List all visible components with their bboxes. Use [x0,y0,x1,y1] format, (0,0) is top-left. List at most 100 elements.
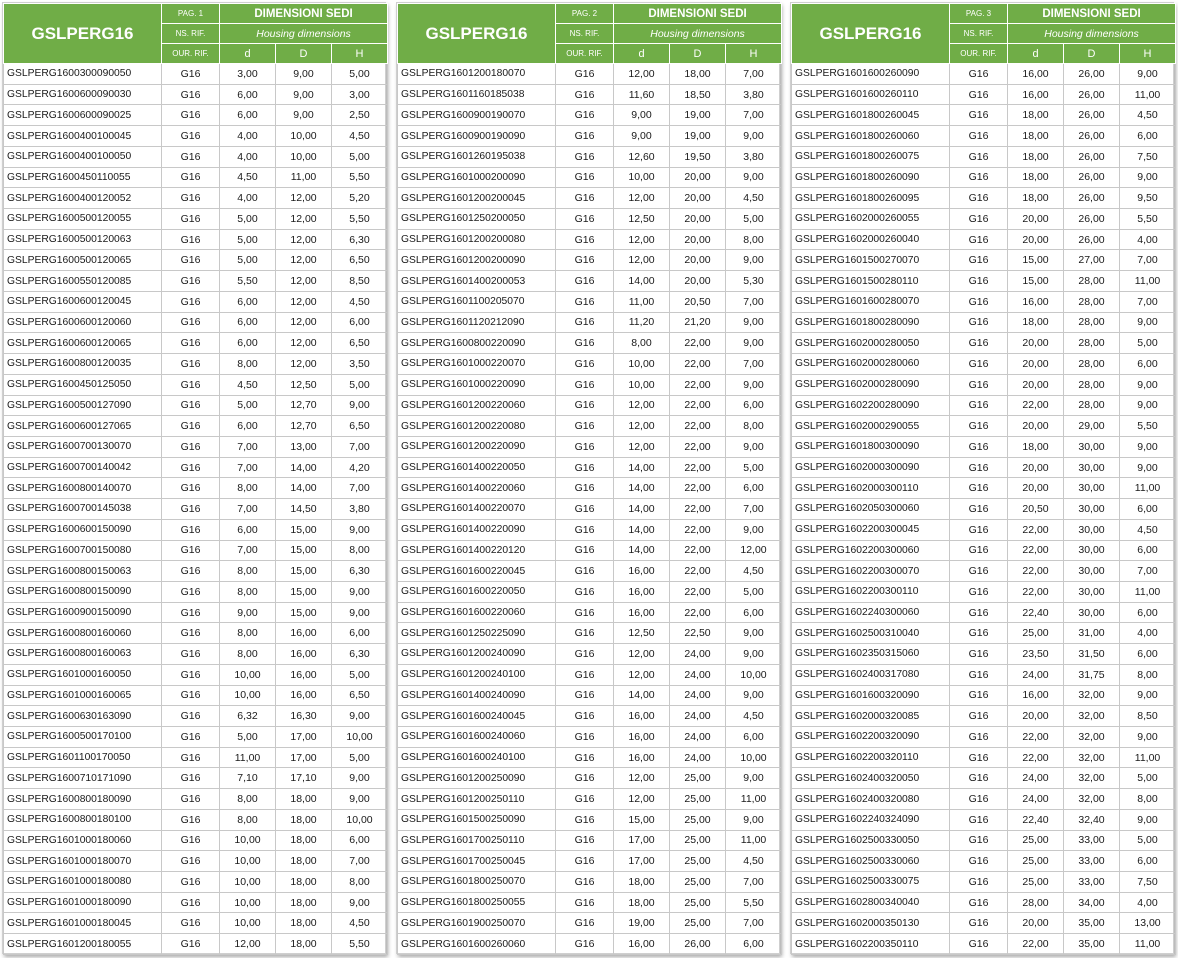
ref-cell: G16 [555,290,614,313]
table-row: GSLPERG1602400320080 G16 24,00 32,00 8,00 [791,788,1177,810]
inner-diameter-cell: 9,00 [613,104,670,127]
ref-cell: G16 [161,850,220,873]
inner-diameter-cell: 20,00 [1007,477,1064,500]
part-code-cell: GSLPERG1600900190070 [397,104,556,127]
inner-diameter-cell: 20,00 [1007,705,1064,727]
outer-diameter-cell: 24,00 [669,643,726,665]
inner-diameter-cell: 15,00 [1007,249,1064,272]
outer-diameter-cell: 28,00 [1063,332,1120,355]
ref-cell: G16 [161,788,220,810]
ref-cell: G16 [161,63,220,85]
inner-diameter-cell: 22,00 [1007,518,1064,541]
height-cell: 9,00 [724,643,783,665]
height-cell: 9,00 [1118,684,1177,707]
part-code-cell: GSLPERG1601600220045 [397,560,556,582]
table-row: GSLPERG1600600127065 G16 6,00 12,70 6,50 [3,415,389,437]
outer-diameter-cell: 25,00 [669,808,726,831]
inner-diameter-cell: 8,00 [219,808,276,831]
inner-diameter-cell: 8,00 [613,332,670,355]
part-code-cell: GSLPERG1602200350110 [791,933,950,955]
table-row: GSLPERG1600500120055 G16 5,00 12,00 5,50 [3,208,389,230]
height-cell: 11,00 [1118,83,1177,106]
part-code-cell: GSLPERG1600600120060 [3,311,162,334]
height-cell: 10,00 [724,746,783,769]
height-cell: 8,00 [724,415,783,437]
inner-diameter-cell: 16,00 [1007,63,1064,85]
height-cell: 3,80 [330,498,389,520]
height-cell: 5,50 [1118,208,1177,230]
outer-diameter-cell: 9,00 [275,83,332,106]
table-row: GSLPERG1600450110055 G16 4,50 11,00 5,50 [3,166,389,189]
ref-cell: G16 [949,415,1008,437]
outer-diameter-cell: 30,00 [1063,477,1120,500]
outer-diameter-cell: 30,00 [1063,580,1120,603]
outer-diameter-cell: 30,00 [1063,498,1120,520]
inner-diameter-cell: 5,00 [219,394,276,417]
part-code-cell: GSLPERG1600630163090 [3,705,162,727]
inner-diameter-cell: 6,00 [219,415,276,437]
inner-diameter-cell: 22,00 [1007,560,1064,582]
table-row: GSLPERG1602000280060 G16 20,00 28,00 6,00 [791,353,1177,375]
height-cell: 9,00 [1118,166,1177,189]
table-row: GSLPERG1600900190070 G16 9,00 19,00 7,00 [397,104,783,127]
table-row: GSLPERG1601200220090 G16 12,00 22,00 9,00 [397,435,783,458]
table-row: GSLPERG1600600120065 G16 6,00 12,00 6,50 [3,332,389,355]
outer-diameter-cell: 26,00 [1063,125,1120,147]
height-cell: 9,00 [1118,456,1177,479]
part-code-cell: GSLPERG1602200300070 [791,560,950,582]
height-cell: 11,00 [1118,270,1177,292]
part-code-cell: GSLPERG1601500280110 [791,270,950,292]
height-cell: 4,50 [724,850,783,873]
outer-diameter-cell: 20,00 [669,166,726,189]
height-cell: 4,00 [1118,622,1177,645]
part-code-cell: GSLPERG1601800260075 [791,145,950,168]
outer-diameter-cell: 12,50 [275,373,332,396]
height-cell: 5,00 [1118,332,1177,355]
inner-diameter-cell: 4,50 [219,166,276,189]
part-code-cell: GSLPERG1601700250110 [397,829,556,852]
ref-cell: G16 [555,580,614,603]
part-code-cell: GSLPERG1601250200050 [397,208,556,230]
table-row: GSLPERG1601200200080 G16 12,00 20,00 8,00 [397,228,783,251]
inner-diameter-cell: 6,00 [219,311,276,334]
ref-cell: G16 [949,622,1008,645]
part-code-cell: GSLPERG1601200220090 [397,435,556,458]
height-cell: 6,50 [330,684,389,707]
part-code-cell: GSLPERG1601400220060 [397,477,556,500]
outer-diameter-cell: 22,00 [669,353,726,375]
ref-cell: G16 [555,891,614,914]
part-code-cell: GSLPERG1600800120035 [3,353,162,375]
part-code-cell: GSLPERG1601400220050 [397,456,556,479]
inner-diameter-cell: 22,40 [1007,601,1064,624]
ref-cell: G16 [161,394,220,417]
outer-diameter-cell: 26,00 [1063,104,1120,127]
height-cell: 8,00 [330,871,389,893]
table-row: GSLPERG1602400317080 G16 24,00 31,75 8,00 [791,663,1177,686]
part-code-cell: GSLPERG1601600260060 [397,933,556,955]
inner-diameter-cell: 8,00 [219,353,276,375]
ref-cell: G16 [555,477,614,500]
inner-diameter-cell: 5,00 [219,208,276,230]
inner-diameter-cell: 16,00 [1007,684,1064,707]
inner-diameter-cell: 18,00 [1007,166,1064,189]
table-row: GSLPERG1601600260110 G16 16,00 26,00 11,00 [791,83,1177,106]
table-row: GSLPERG1601600220045 G16 16,00 22,00 4,50 [397,560,783,582]
table-row: GSLPERG1601500270070 G16 15,00 27,00 7,00 [791,249,1177,272]
part-code-cell: GSLPERG1602350315060 [791,643,950,665]
outer-diameter-cell: 20,00 [669,249,726,272]
height-cell: 7,00 [724,498,783,520]
table-row: GSLPERG1601200200045 G16 12,00 20,00 4,50 [397,187,783,210]
inner-diameter-cell: 12,00 [613,394,670,417]
part-code-cell: GSLPERG1600900190090 [397,125,556,147]
inner-diameter-cell: 6,00 [219,104,276,127]
height-cell: 6,00 [724,601,783,624]
outer-diameter-cell: 26,00 [1063,187,1120,210]
table-row: GSLPERG1601100170050 G16 11,00 17,00 5,00 [3,746,389,769]
outer-diameter-cell: 33,00 [1063,871,1120,893]
ref-cell: G16 [555,104,614,127]
ref-cell: G16 [555,353,614,375]
inner-diameter-cell: 25,00 [1007,829,1064,852]
inner-diameter-cell: 20,00 [1007,353,1064,375]
part-code-cell: GSLPERG1602000290055 [791,415,950,437]
outer-diameter-cell: 16,30 [275,705,332,727]
